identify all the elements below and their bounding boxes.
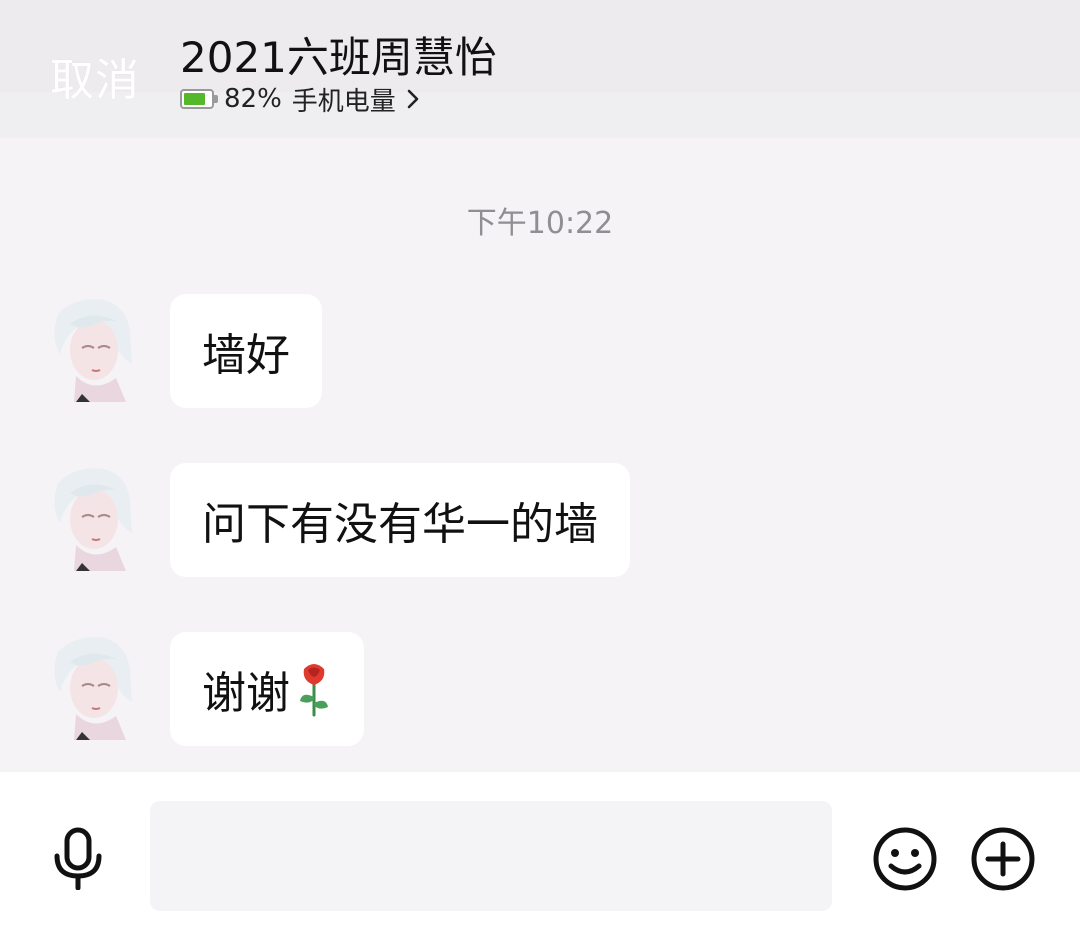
- message-input[interactable]: [150, 801, 832, 911]
- message-row: 问下有没有华一的墙: [46, 463, 630, 577]
- avatar[interactable]: [46, 632, 138, 740]
- message-bubble[interactable]: 谢谢: [170, 632, 364, 746]
- battery-status-link[interactable]: 82% 手机电量: [180, 82, 420, 117]
- message-timestamp: 下午10:22: [466, 206, 614, 241]
- avatar[interactable]: [46, 294, 138, 402]
- message-row: 墙好: [46, 294, 322, 408]
- rose-emoji: [300, 664, 328, 717]
- battery-label: 手机电量: [291, 86, 396, 117]
- message-text: 墙好: [202, 330, 290, 381]
- cancel-button[interactable]: 取消: [50, 44, 140, 108]
- chat-screen: 取消 2021六班周慧怡 82% 手机电量 下午10:22 墙好 问下有没有华一…: [0, 0, 1080, 939]
- microphone-icon[interactable]: [50, 826, 106, 890]
- plus-circle-icon[interactable]: [970, 826, 1036, 892]
- battery-icon: [180, 89, 218, 109]
- battery-percent: 82%: [224, 84, 282, 114]
- chevron-right-icon: [407, 89, 419, 109]
- message-row: 谢谢: [46, 632, 364, 746]
- message-bubble[interactable]: 问下有没有华一的墙: [170, 463, 630, 577]
- message-text: 问下有没有华一的墙: [202, 499, 598, 550]
- message-text: 谢谢: [202, 668, 290, 719]
- message-bubble[interactable]: 墙好: [170, 294, 322, 408]
- chat-title: 2021六班周慧怡: [180, 33, 497, 82]
- avatar[interactable]: [46, 463, 138, 571]
- chat-header: 取消 2021六班周慧怡 82% 手机电量: [0, 0, 1080, 138]
- smiley-icon[interactable]: [872, 826, 938, 892]
